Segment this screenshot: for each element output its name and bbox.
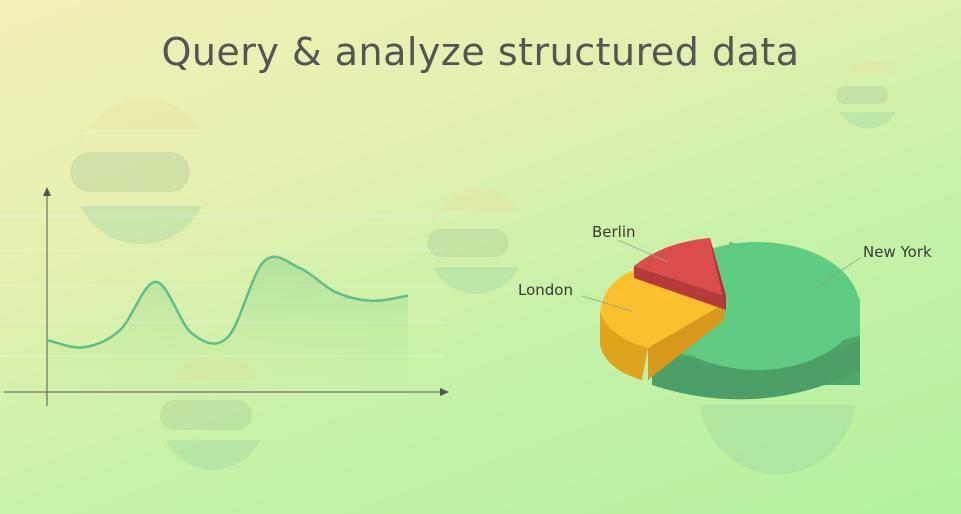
elastic-logo-icon bbox=[836, 60, 896, 129]
area-chart bbox=[0, 187, 449, 406]
label-berlin: Berlin bbox=[592, 223, 636, 241]
x-axis-arrow bbox=[440, 388, 449, 396]
illustration: Berlin London New York bbox=[0, 60, 932, 475]
area-fill bbox=[48, 256, 408, 392]
elastic-logo-icon bbox=[70, 99, 202, 244]
label-new-york: New York bbox=[863, 243, 932, 261]
pie-chart: Berlin London New York bbox=[518, 223, 932, 400]
elastic-logo-icon bbox=[700, 405, 855, 475]
label-london: London bbox=[518, 281, 573, 299]
elastic-logo-icon bbox=[427, 189, 519, 294]
y-axis-arrow bbox=[43, 187, 51, 196]
